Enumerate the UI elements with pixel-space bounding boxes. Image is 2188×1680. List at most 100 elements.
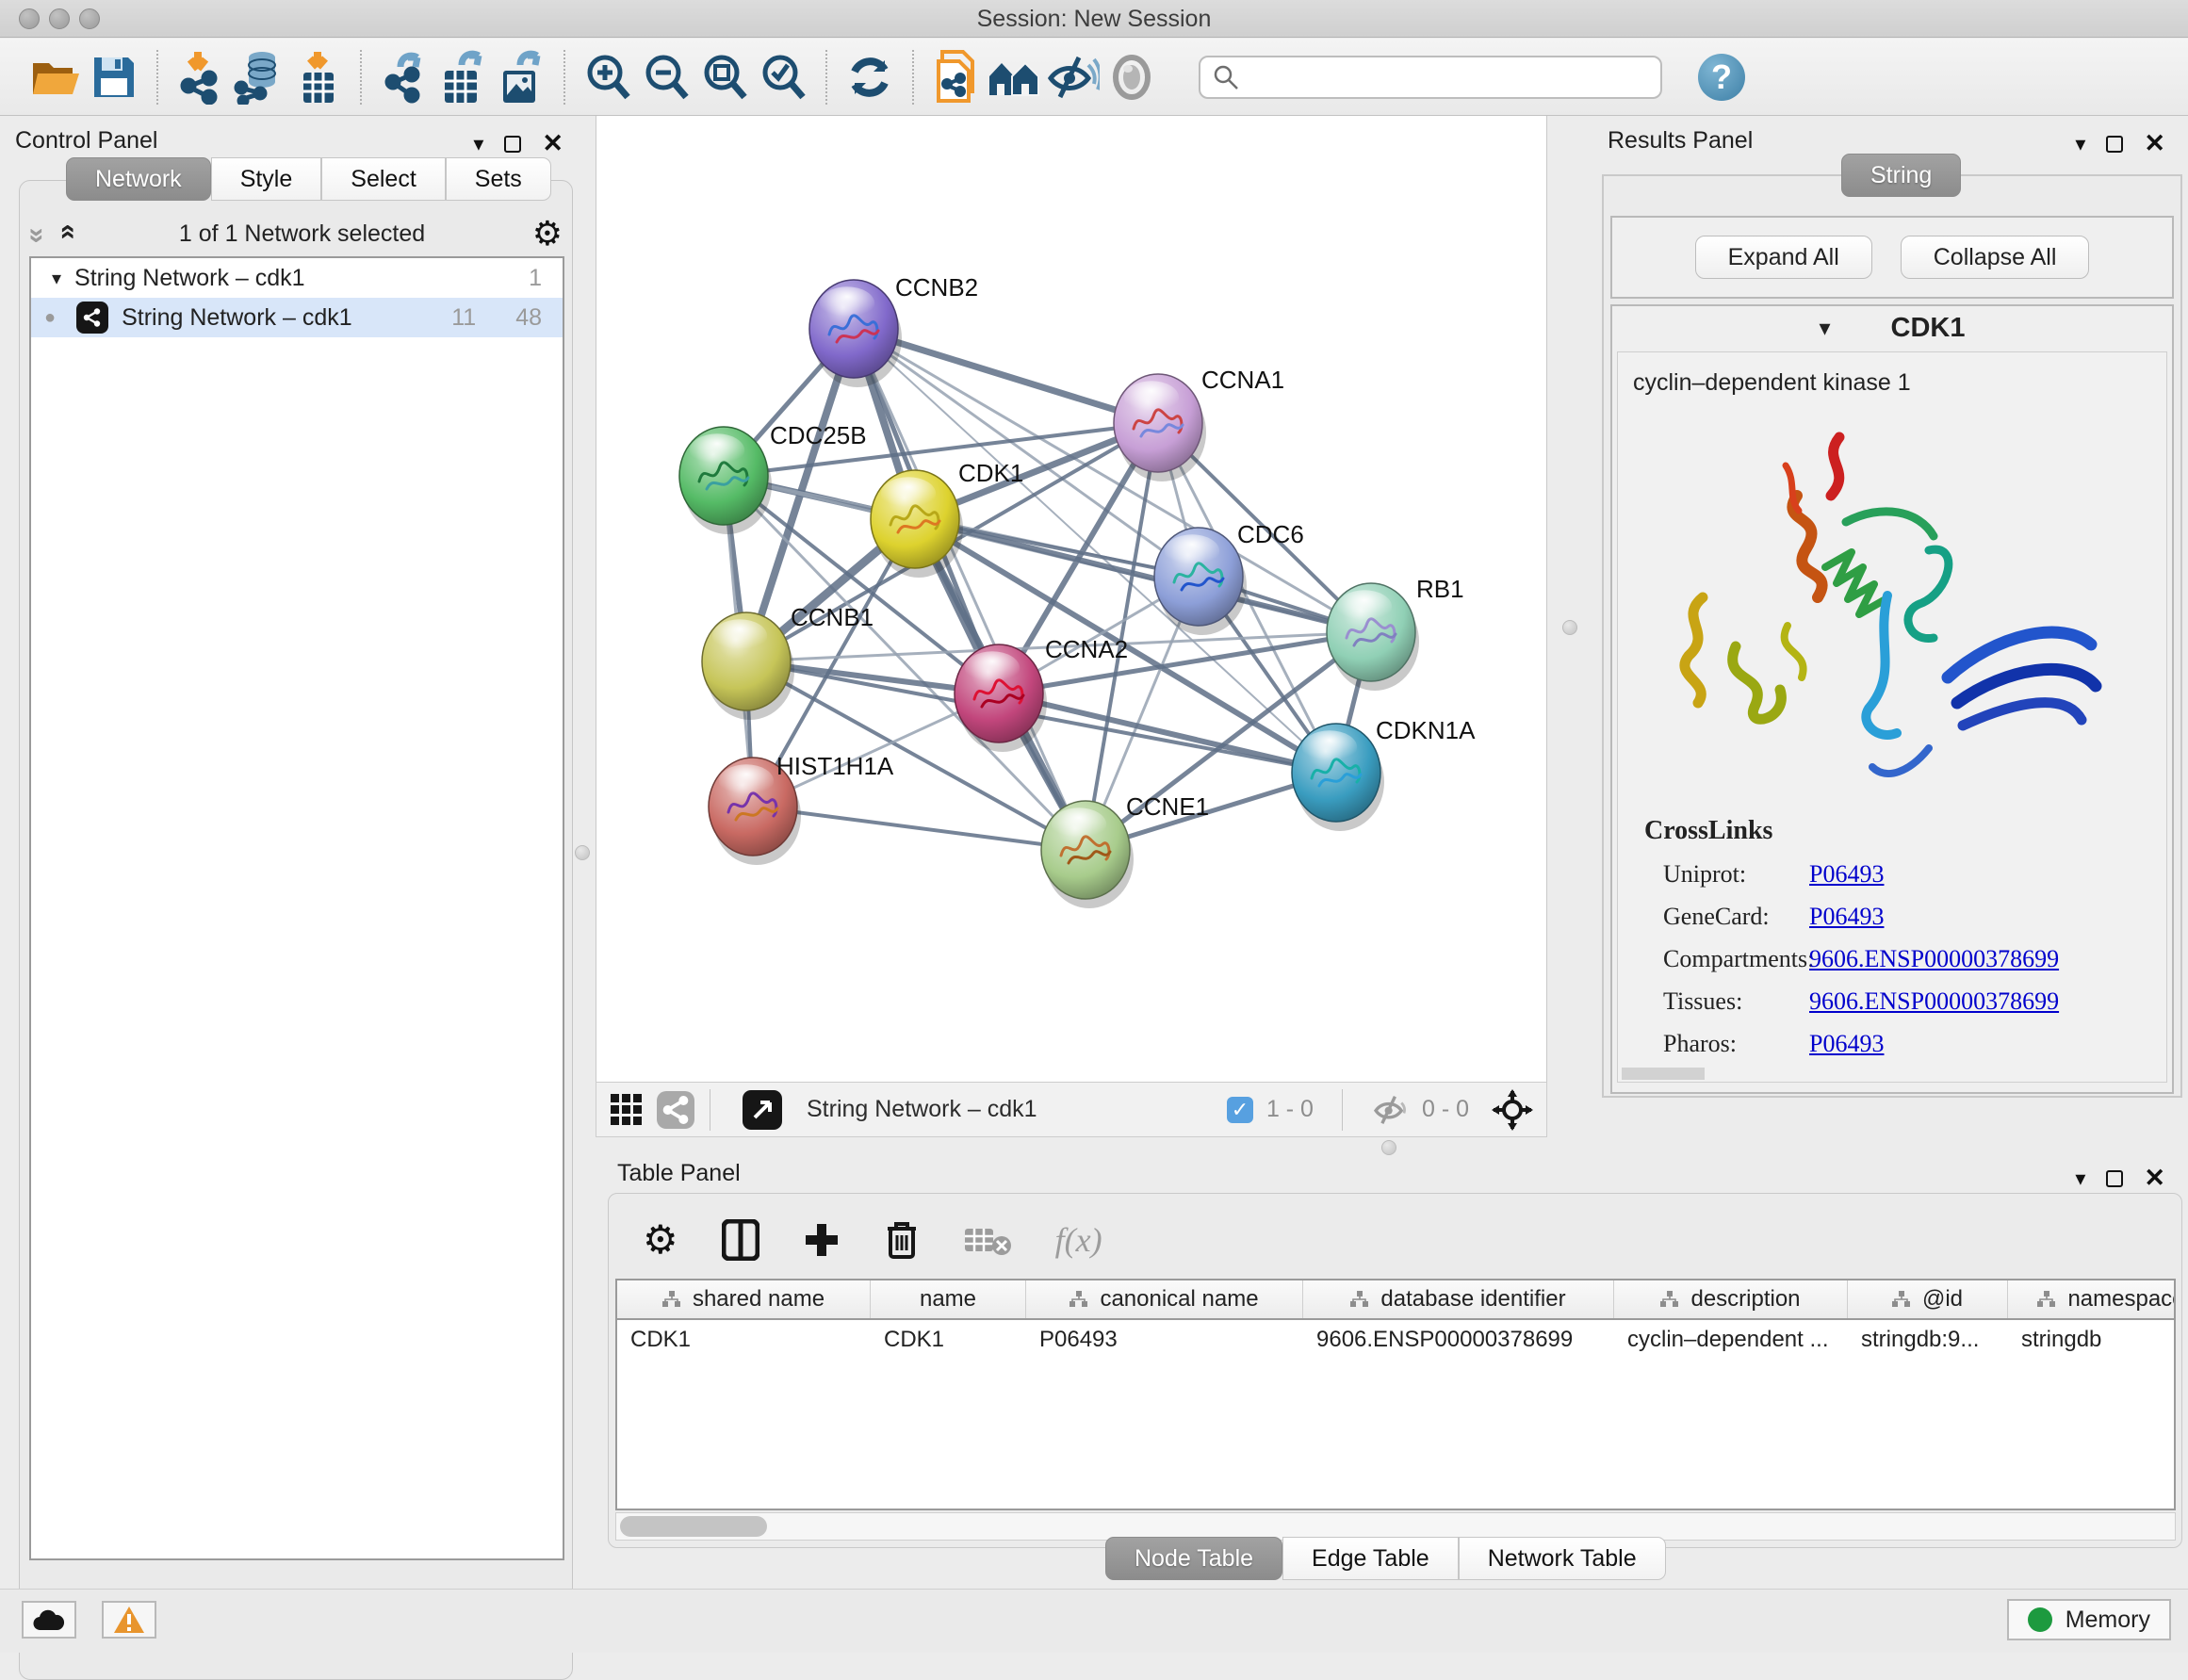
open-session-button[interactable] [26,48,85,106]
crosslink-link-pharos-[interactable]: P06493 [1809,1030,1884,1058]
tab-node-table[interactable]: Node Table [1105,1537,1282,1580]
create-column-plus-icon[interactable] [803,1221,841,1259]
column-header-namespace[interactable]: namespace [2008,1280,2176,1318]
string-style-icon[interactable] [657,1091,694,1129]
table-panel-maximize-icon[interactable] [2106,1170,2123,1187]
string-document-button[interactable] [927,48,986,106]
cell-description[interactable]: cyclin–dependent ... [1614,1320,1848,1360]
table-panel-close-icon[interactable]: ✕ [2144,1164,2165,1193]
home-networks-button[interactable] [986,48,1044,106]
network-collection-row[interactable]: ▾ String Network – cdk1 1 [31,258,563,298]
column-header-canonical-name[interactable]: canonical name [1026,1280,1303,1318]
collapse-all-networks-icon[interactable]: » [21,228,53,240]
collection-expand-icon[interactable]: ▾ [52,267,61,290]
delete-column-trash-icon[interactable] [884,1219,920,1261]
expand-all-networks-icon[interactable]: » [50,228,82,240]
cell-name[interactable]: CDK1 [871,1320,1026,1360]
column-header-description[interactable]: description [1614,1280,1848,1318]
column-header-shared-name[interactable]: shared name [617,1280,871,1318]
crosslink-link-tissues-[interactable]: 9606.ENSP00000378699 [1809,987,2059,1016]
results-panel-float-icon[interactable]: ▾ [2075,132,2085,156]
grid-layout-icon[interactable] [610,1093,644,1127]
results-panel-maximize-icon[interactable] [2106,136,2123,153]
tab-edge-table[interactable]: Edge Table [1282,1537,1459,1580]
node-cdc6[interactable]: CDC6 [1154,520,1304,635]
open-in-new-window-button[interactable] [743,1090,782,1130]
zoom-selected-button[interactable] [754,48,812,106]
import-network-from-file-button[interactable] [171,48,230,106]
refresh-view-button[interactable] [841,48,899,106]
collapse-all-button[interactable]: Collapse All [1901,236,2090,279]
expand-all-button[interactable]: Expand All [1695,236,1872,279]
column-header--id[interactable]: @id [1848,1280,2008,1318]
tab-network[interactable]: Network [66,157,211,201]
save-session-button[interactable] [85,48,143,106]
node-table[interactable]: shared name namecanonical namedatabase id… [615,1279,2176,1510]
tab-sets[interactable]: Sets [446,157,551,201]
node-ccnb1[interactable]: CCNB1 [702,603,874,720]
network-view-canvas[interactable]: CCNB2CCNA1CDC25BCDK1CDC6RB1CCNB1CCNA2CDK… [596,116,1547,1082]
tab-string[interactable]: String [1841,154,1961,197]
network-options-gear-icon[interactable]: ⚙ [532,217,563,251]
help-button[interactable]: ? [1698,54,1745,101]
node-cdc25b[interactable]: CDC25B [679,421,867,534]
cloud-status-button[interactable] [22,1601,76,1639]
node-cdkn1a[interactable]: CDKN1A [1292,716,1476,831]
zoom-in-button[interactable] [579,48,637,106]
search-input[interactable] [1240,64,1636,90]
node-ccnb2[interactable]: CCNB2 [809,273,978,387]
edge-ccna2-cdkn1a[interactable] [999,693,1336,773]
column-label: shared name [693,1286,825,1313]
cell-database-identifier[interactable]: 9606.ENSP00000378699 [1303,1320,1614,1360]
network-row-selected[interactable]: ● String Network – cdk1 11 48 [31,298,563,337]
column-header-database-identifier[interactable]: database identifier [1303,1280,1614,1318]
hide-graphics-details-button[interactable] [1044,48,1102,106]
fit-selected-crosshair-icon[interactable] [1492,1089,1533,1131]
tab-select[interactable]: Select [321,157,445,201]
cell-shared-name[interactable]: CDK1 [617,1320,871,1360]
column-header-name[interactable]: name [871,1280,1026,1318]
tab-network-table[interactable]: Network Table [1459,1537,1666,1580]
cell-canonical-name[interactable]: P06493 [1026,1320,1303,1360]
node-ccna2[interactable]: CCNA2 [955,635,1128,752]
function-builder-icon[interactable]: f(x) [1055,1220,1102,1260]
show-columns-icon[interactable] [722,1219,759,1261]
string-network-graph[interactable]: CCNB2CCNA1CDC25BCDK1CDC6RB1CCNB1CCNA2CDK… [596,116,1548,1080]
protein-collapse-icon[interactable]: ▾ [1819,315,1830,342]
node-cdk1[interactable]: CDK1 [871,459,1023,578]
table-panel-float-icon[interactable]: ▾ [2075,1166,2085,1191]
birds-eye-view-button[interactable] [1102,48,1161,106]
control-panel-float-icon[interactable]: ▾ [473,132,483,156]
table-options-gear-icon[interactable]: ⚙ [643,1220,678,1260]
control-panel-maximize-icon[interactable] [504,136,521,153]
zoom-out-button[interactable] [637,48,695,106]
node-ccne1[interactable]: CCNE1 [1041,792,1209,908]
crosslink-link-uniprot-[interactable]: P06493 [1809,860,1884,889]
node-hist1h1a[interactable]: HIST1H1A [709,752,894,865]
cell-namespace[interactable]: stringdb [2008,1320,2176,1360]
selected-count-checkbox[interactable]: ✓ [1227,1097,1253,1123]
memory-button[interactable]: Memory [2007,1599,2171,1640]
results-panel-close-icon[interactable]: ✕ [2144,129,2165,158]
cell--id[interactable]: stringdb:9... [1848,1320,2008,1360]
tab-style[interactable]: Style [211,157,322,201]
edge-hist1h1a-ccne1[interactable] [753,807,1086,850]
bottom-splitter-handle[interactable] [1381,1140,1396,1155]
export-table-button[interactable] [433,48,492,106]
results-scrollbar-thumb[interactable] [1622,1068,1705,1080]
export-image-button[interactable] [492,48,550,106]
zoom-fit-button[interactable] [695,48,754,106]
import-table-button[interactable] [288,48,347,106]
right-splitter-handle[interactable] [1562,620,1577,635]
export-network-button[interactable] [375,48,433,106]
table-scrollbar-thumb[interactable] [620,1516,767,1537]
crosslink-link-compartments-[interactable]: 9606.ENSP00000378699 [1809,945,2059,973]
node-rb1[interactable]: RB1 [1327,575,1464,691]
warning-status-button[interactable] [102,1601,156,1639]
crosslink-link-genecard-[interactable]: P06493 [1809,903,1884,931]
delete-table-icon[interactable] [963,1223,1012,1257]
import-network-from-database-button[interactable] [230,48,288,106]
global-search-box[interactable] [1199,56,1662,99]
left-splitter-handle[interactable] [575,845,590,860]
control-panel-close-icon[interactable]: ✕ [542,129,563,158]
